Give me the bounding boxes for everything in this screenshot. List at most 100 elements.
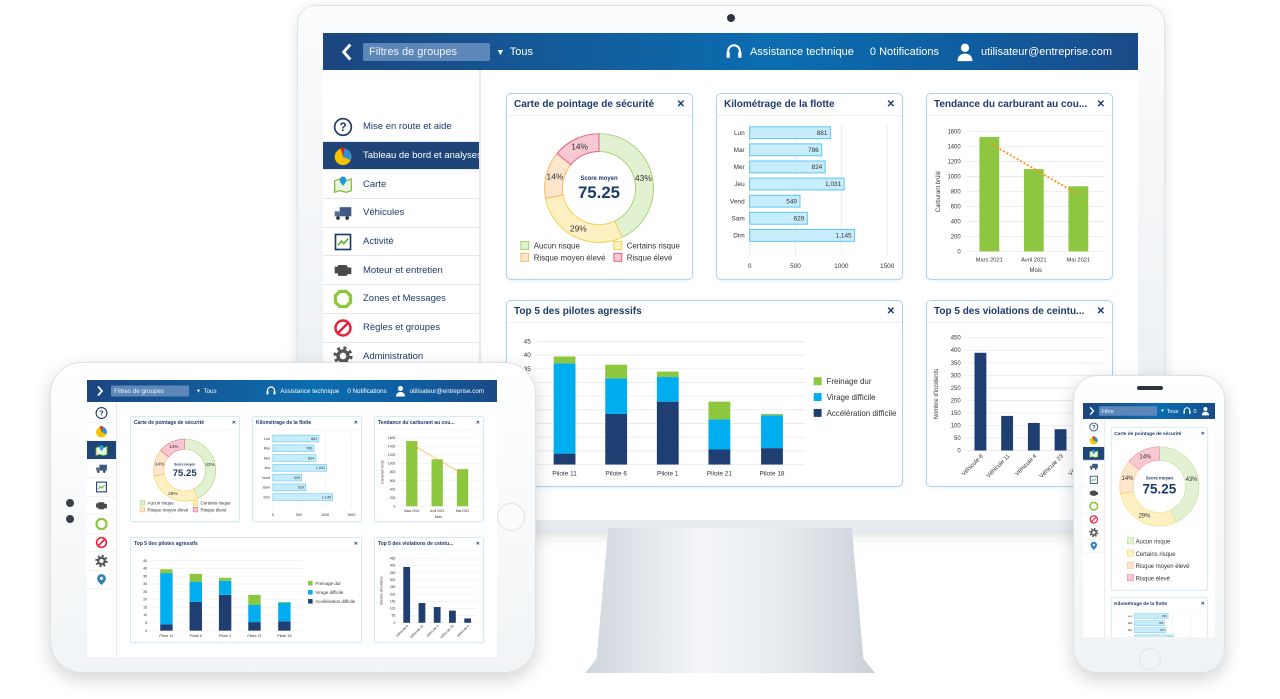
card-kilometrage-de-la-flotte: Kilométrage de la flotte✕ 050010001500Lu… xyxy=(1111,597,1208,637)
sidebar-item-regles-et-groupes[interactable] xyxy=(1083,513,1105,527)
chevron-right-icon[interactable] xyxy=(1087,406,1097,416)
sidebar-item-mise-en-route-et-aide[interactable]: ? xyxy=(1083,421,1105,434)
sidebar-item-tableau-de-bord-et-analyses[interactable]: Tableau de bord et analyses xyxy=(323,141,479,171)
user-menu[interactable]: utilisateur@entreprise.com xyxy=(395,385,484,397)
menu-toggle-button[interactable] xyxy=(94,385,106,397)
score-label: Score moyen xyxy=(1146,475,1174,480)
gear-icon xyxy=(95,554,108,568)
sidebar-item-vehicules[interactable] xyxy=(1083,460,1105,474)
notifications-count: 0 xyxy=(1193,407,1197,415)
category-label: Mer xyxy=(264,456,271,460)
bar-pilote-6-freinage-dur xyxy=(605,364,628,379)
close-icon[interactable]: ✕ xyxy=(354,420,358,426)
support-button[interactable]: Assistance technique xyxy=(265,385,339,397)
sidebar-item-carte[interactable]: Carte xyxy=(323,170,479,200)
slice-label: 14% xyxy=(155,461,165,467)
user-menu[interactable]: utilisateur@entreprise.com xyxy=(955,42,1112,62)
bar-pilote-21-freinage-dur xyxy=(708,401,731,420)
sidebar-item-vehicules[interactable]: Véhicules xyxy=(323,199,479,228)
bar-vehicule-8 xyxy=(974,352,987,451)
close-icon[interactable]: ✕ xyxy=(1201,430,1205,436)
sidebar-item-mise-en-route-et-aide[interactable]: ? Mise en route et aide xyxy=(323,113,479,142)
sidebar-item-administration[interactable] xyxy=(87,552,116,571)
group-filter-input[interactable]: Filtres de groupes xyxy=(363,42,490,61)
menu-toggle-button[interactable] xyxy=(1087,406,1097,416)
sidebar-item-tableau-de-bord-et-analyses[interactable] xyxy=(87,423,116,441)
phone-dashboard: Filtre ▼ Tous 0 ? Carte de pointage de sécu… xyxy=(1083,403,1215,637)
notifications-button[interactable]: 0 Notifications xyxy=(347,388,386,395)
y-tick-label: 450 xyxy=(390,557,396,561)
close-icon[interactable]: ✕ xyxy=(476,541,480,547)
close-icon[interactable]: ✕ xyxy=(1201,600,1205,606)
sidebar-item-carte[interactable] xyxy=(1083,447,1105,461)
support-button[interactable]: Assistance technique xyxy=(724,42,854,62)
close-icon[interactable]: ✕ xyxy=(1097,306,1105,317)
sidebar-item-label: Véhicules xyxy=(363,207,405,219)
phone-home-button[interactable] xyxy=(1139,648,1161,670)
legend-label: Aucun risque xyxy=(1136,540,1171,546)
sidebar-item-zones-et-messages[interactable] xyxy=(1083,500,1105,513)
rules-icon xyxy=(95,536,108,549)
caret-down-icon: ▼ xyxy=(1160,408,1165,414)
y-tick-label: 1600 xyxy=(388,436,396,440)
card-top-5-des-pilotes-agressifs: Top 5 des pilotes agressifs✕ 05101520253… xyxy=(506,300,903,487)
close-icon[interactable]: ✕ xyxy=(232,420,236,426)
sidebar-item-activite[interactable] xyxy=(87,478,116,497)
value-label: 629 xyxy=(794,215,805,222)
sidebar-item-location[interactable] xyxy=(87,571,116,589)
sidebar-item-tableau-de-bord-et-analyses[interactable] xyxy=(1083,434,1105,447)
user-menu[interactable] xyxy=(1201,406,1211,416)
legend-label: Certains risque xyxy=(1136,552,1177,558)
sidebar-item-moteur-et-entretien[interactable]: Moteur et entretien xyxy=(323,256,479,286)
group-dropdown[interactable]: ▼ Tous xyxy=(196,388,217,395)
x-tick-label: Mai 2021 xyxy=(1067,257,1091,263)
engine-icon xyxy=(1089,490,1098,496)
y-tick-label: 1200 xyxy=(388,453,396,457)
sidebar-item-moteur-et-entretien[interactable] xyxy=(1083,487,1105,500)
sidebar-item-vehicules[interactable] xyxy=(87,460,116,478)
y-axis-title: Nombre d'incidents xyxy=(934,369,940,420)
card-carte-de-pointage-de-securite: Carte de pointage de sécurité ✕ 43% 29% 14%… xyxy=(506,93,693,280)
location-pin-icon xyxy=(1090,541,1097,550)
bar-pilote-1-acceleration-difficile xyxy=(656,401,679,465)
sidebar-item-location[interactable] xyxy=(1083,539,1105,553)
chevron-right-icon[interactable] xyxy=(94,385,106,397)
sidebar-item-mise-en-route-et-aide[interactable]: ? xyxy=(87,404,116,423)
close-icon[interactable]: ✕ xyxy=(1097,99,1105,110)
group-filter-input[interactable]: Filtres de groupes xyxy=(111,385,189,397)
legend-label: Risque moyen élevé xyxy=(147,507,188,512)
sidebar-item-regles-et-groupes[interactable]: Règles et groupes xyxy=(323,314,479,343)
support-button[interactable]: 0 xyxy=(1182,406,1197,416)
truck-icon xyxy=(96,464,107,473)
close-icon[interactable]: ✕ xyxy=(354,541,358,547)
sidebar-item-regles-et-groupes[interactable] xyxy=(87,534,116,552)
bar-pilote-1-virage-difficile xyxy=(656,377,679,402)
group-dropdown[interactable]: ▼ Tous xyxy=(1160,408,1178,414)
notifications-button[interactable]: 0 Notifications xyxy=(870,46,939,58)
sidebar-item-zones-et-messages[interactable]: Zones et Messages xyxy=(323,285,479,314)
x-tick-label: Avril 2021 xyxy=(430,509,445,513)
sidebar-item-administration[interactable] xyxy=(1083,526,1105,540)
sidebar-item-moteur-et-entretien[interactable] xyxy=(87,497,116,515)
category-label: Jeu xyxy=(1128,635,1133,637)
sidebar-item-carte[interactable] xyxy=(87,441,116,460)
legend-label: Virage difficile xyxy=(315,590,343,595)
close-icon[interactable]: ✕ xyxy=(887,306,895,317)
slice-label: 14% xyxy=(547,172,564,182)
group-filter-input[interactable]: Filtre xyxy=(1099,406,1157,416)
tablet-home-button[interactable] xyxy=(497,503,525,531)
sidebar-item-activite[interactable]: Activité xyxy=(323,228,479,257)
menu-toggle-button[interactable] xyxy=(337,42,357,62)
sidebar-item-activite[interactable] xyxy=(1083,473,1105,487)
y-tick-label: 100 xyxy=(390,607,396,611)
user-icon xyxy=(957,43,973,61)
value-label: 549 xyxy=(294,476,300,480)
x-tick-label: 0 xyxy=(748,263,752,270)
chevron-left-icon[interactable] xyxy=(337,42,357,62)
close-icon[interactable]: ✕ xyxy=(476,420,480,426)
close-icon[interactable]: ✕ xyxy=(887,99,895,110)
sidebar-item-zones-et-messages[interactable] xyxy=(87,515,116,534)
group-dropdown[interactable]: ▼ Tous xyxy=(496,46,533,58)
close-icon[interactable]: ✕ xyxy=(677,99,685,110)
y-tick-label: 200 xyxy=(390,592,396,596)
